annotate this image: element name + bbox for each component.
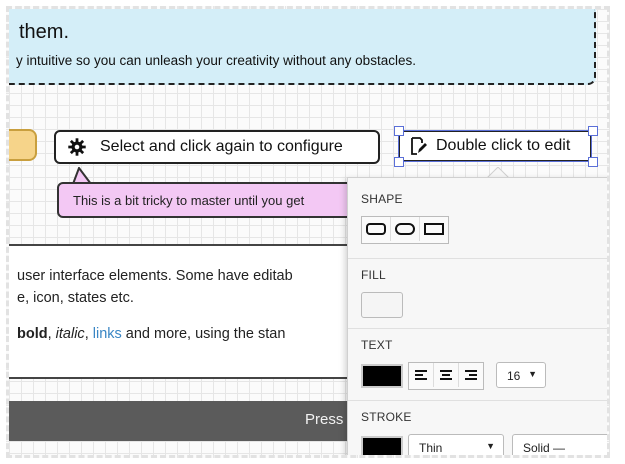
text-align-group <box>408 362 484 390</box>
align-right-button[interactable] <box>459 363 483 387</box>
stroke-style-value: Solid — <box>523 441 566 455</box>
shape-section-label: SHAPE <box>361 192 403 206</box>
italic-text: italic <box>55 326 85 342</box>
align-center-button[interactable] <box>434 363 459 387</box>
text-panel-line-2: e, icon, states etc. <box>17 290 134 306</box>
text-panel-line-3: bold, italic, links and more, using the … <box>17 326 285 342</box>
text-panel-line-1: user interface elements. Some have edita… <box>17 268 293 284</box>
resize-handle-bottom-right[interactable] <box>588 157 598 167</box>
links-text[interactable]: links <box>93 326 122 342</box>
stroke-width-select[interactable]: Thin ▼ <box>408 434 504 455</box>
stroke-color-swatch[interactable] <box>361 436 403 455</box>
tooltip-text: This is a bit tricky to master until you… <box>73 193 305 208</box>
rectangle-icon <box>424 223 444 235</box>
chevron-down-icon: ▼ <box>486 441 495 451</box>
configure-button[interactable]: Select and click again to configure <box>54 130 380 164</box>
stroke-section-label: STROKE <box>361 410 412 424</box>
note-body: y intuitive so you can unleash your crea… <box>16 53 416 68</box>
gear-icon <box>68 138 86 156</box>
pill-icon <box>395 223 415 235</box>
resize-handle-bottom-left[interactable] <box>394 157 404 167</box>
fill-section-label: FILL <box>361 268 386 282</box>
selected-edit-button[interactable]: Double click to edit <box>394 126 598 167</box>
fill-color-swatch[interactable] <box>361 292 403 318</box>
resize-handle-top-left[interactable] <box>394 126 404 136</box>
shape-selector <box>361 216 449 244</box>
canvas-area[interactable]: them. y intuitive so you can unleash you… <box>6 6 610 458</box>
shape-pill-button[interactable] <box>391 217 420 241</box>
text-panel-line-3-rest: and more, using the stan <box>121 326 286 342</box>
align-left-button[interactable] <box>409 363 434 387</box>
configure-button-label: Select and click again to configure <box>100 138 343 155</box>
align-right-icon <box>465 370 477 380</box>
divider <box>348 258 607 259</box>
text-section-label: TEXT <box>361 338 393 352</box>
bold-text: bold <box>17 326 48 342</box>
dark-bar-text: Press <box>305 411 344 428</box>
yellow-button[interactable] <box>9 129 37 161</box>
align-center-icon <box>440 370 452 380</box>
shape-rounded-rect-button[interactable] <box>362 217 391 241</box>
align-left-icon <box>415 370 427 380</box>
sticky-note[interactable]: them. y intuitive so you can unleash you… <box>9 9 596 85</box>
font-size-value: 16 <box>507 369 521 383</box>
text-color-swatch[interactable] <box>361 364 403 388</box>
resize-handle-top-right[interactable] <box>588 126 598 136</box>
stroke-style-select[interactable]: Solid — <box>512 434 607 455</box>
properties-panel: SHAPE FILL TEXT 16 ▼ STROKE Thin ▼ Solid… <box>347 177 607 455</box>
tooltip: This is a bit tricky to master until you… <box>57 182 357 218</box>
note-title: them. <box>19 21 70 43</box>
selection-outline <box>398 130 592 162</box>
text-separator: , <box>84 326 93 342</box>
chevron-down-icon: ▼ <box>528 369 537 379</box>
stroke-width-value: Thin <box>419 441 443 455</box>
font-size-select[interactable]: 16 ▼ <box>496 362 546 388</box>
rounded-rectangle-icon <box>366 223 386 235</box>
divider <box>348 400 607 401</box>
divider <box>348 328 607 329</box>
shape-rect-button[interactable] <box>420 217 448 241</box>
text-separator: , <box>47 326 56 342</box>
text-panel[interactable]: user interface elements. Some have edita… <box>9 244 399 379</box>
